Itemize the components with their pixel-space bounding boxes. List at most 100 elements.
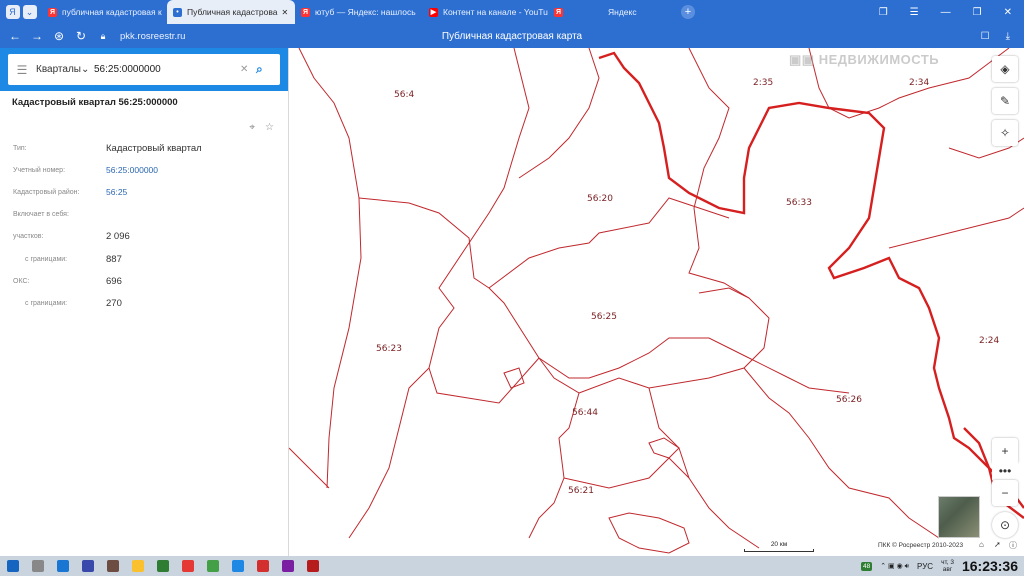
map-label: 56:4 [394, 90, 415, 100]
copyright: ПКК © Росреестр 2010-2023 [878, 542, 964, 549]
download-icon[interactable]: ⤓ [1006, 31, 1010, 42]
reload-icon[interactable]: ↻ [70, 29, 92, 43]
boundary-line [563, 457, 690, 489]
map-canvas[interactable]: ▣▣ НЕДВИЖИМОСТЬ 56:4 2:35 2:34 56:20 56:… [289, 48, 1024, 556]
tab-4[interactable]: ▶ Контент на канале - YouTu [423, 0, 548, 24]
boundary-line [888, 207, 1024, 249]
back-arrow-icon[interactable]: ← [4, 29, 26, 43]
tab-3[interactable]: Я ютуб — Яндекс: нашлось [295, 0, 423, 24]
yandex-icon[interactable] [256, 560, 269, 572]
scale-line [744, 549, 814, 552]
boundary-line [688, 48, 750, 299]
menu-icon[interactable]: ☰ [910, 7, 919, 18]
locate-icon[interactable]: ⌖ [249, 122, 255, 133]
yandex-browser-icon[interactable]: Я [5, 5, 20, 19]
zoom-out-button[interactable]: − [992, 480, 1018, 506]
star-icon[interactable]: ☆ [265, 122, 274, 133]
yandex-browser-icon[interactable] [306, 560, 319, 572]
viber-icon[interactable] [281, 560, 294, 572]
home-icon[interactable]: ⌂ [979, 540, 984, 549]
tab-2-active[interactable]: • Публичная кадастрова ✕ [167, 0, 295, 24]
field-oks: ОКС: 696 [13, 275, 122, 287]
app-icon[interactable] [81, 560, 94, 572]
boundary-line [289, 447, 330, 489]
tab-1[interactable]: Я публичная кадастровая к [42, 0, 167, 24]
card-title: Кадастровый квартал 56:25:000000 [12, 97, 178, 108]
search-input[interactable]: 56:25:0000000 [94, 64, 240, 75]
edge-icon[interactable] [56, 560, 69, 572]
boundary-line [608, 512, 690, 554]
watermark: ▣▣ НЕДВИЖИМОСТЬ [789, 52, 940, 67]
field-parcels-bounded: с границами: 887 [25, 253, 122, 265]
forward-arrow-icon[interactable]: → [26, 29, 48, 43]
zoom-more-button[interactable]: ••• [992, 460, 1018, 482]
minimize-icon[interactable]: — [941, 7, 951, 18]
compass-button[interactable]: ⊙ [992, 512, 1018, 538]
ruler-icon: ✎ [999, 94, 1011, 108]
plus-icon: + [1001, 444, 1009, 458]
window-controls: ❐ ☰ — ❐ ✕ [879, 7, 1024, 18]
boundary-line [348, 367, 430, 539]
crosshair-icon: ✧ [999, 126, 1011, 140]
search-area: ☰ Кварталы ⌄ 56:25:0000000 ✕ ⌕ [0, 48, 288, 91]
start-icon[interactable] [6, 560, 19, 572]
district-link[interactable]: 56:25 [106, 187, 127, 197]
tabs-menu-icon[interactable]: ⌄ [22, 5, 37, 19]
layers-button[interactable]: ◈ [992, 56, 1018, 82]
locate-button[interactable]: ✧ [992, 120, 1018, 146]
map-label: 2:35 [753, 78, 774, 88]
map-label: 56:44 [572, 408, 598, 418]
field-includes: Включает в себя: [13, 211, 69, 219]
clock: 16:23:36 [961, 558, 1018, 574]
app-icon[interactable] [106, 560, 119, 572]
basemap-thumbnail[interactable] [938, 496, 980, 538]
close-tab-icon[interactable]: ✕ [282, 8, 289, 17]
boundary-line [528, 357, 580, 539]
app-icon[interactable] [131, 560, 144, 572]
highlight-boundary [598, 51, 1024, 509]
date: чт, 3 авг [941, 559, 954, 573]
clear-icon[interactable]: ✕ [240, 64, 256, 75]
scale-bar: 20 км [744, 541, 814, 552]
number-link[interactable]: 56:25:000000 [106, 165, 158, 175]
field-number: Учетный номер: 56:25:000000 [13, 165, 158, 176]
search-icon[interactable] [31, 560, 44, 572]
chrome-icon[interactable] [206, 560, 219, 572]
hamburger-menu-icon[interactable]: ☰ [8, 63, 36, 77]
taskbar: 48 ⌃ ▣ ◉ 🔊︎ РУС чт, 3 авг 16:23:36 [0, 556, 1024, 576]
restore-icon[interactable]: ❐ [973, 7, 982, 18]
search-box: ☰ Кварталы ⌄ 56:25:0000000 ✕ ⌕ [8, 54, 280, 85]
word-icon[interactable] [231, 560, 244, 572]
arrow-icon[interactable]: ➚ [994, 540, 1001, 549]
language-indicator[interactable]: РУС [917, 562, 933, 571]
layer-select[interactable]: Кварталы ⌄ [36, 64, 94, 75]
new-tab-button[interactable]: + [681, 5, 695, 19]
map-label: 2:24 [979, 336, 1000, 346]
app-icon[interactable] [181, 560, 194, 572]
info-icon[interactable]: ⓘ [1009, 540, 1017, 551]
excel-icon[interactable] [156, 560, 169, 572]
field-oks-bounded: с границами: 270 [25, 297, 122, 309]
boundary-line [488, 287, 750, 379]
collections-icon[interactable]: ❐ [879, 7, 888, 18]
bookmark-icon[interactable]: ☐ [981, 31, 990, 42]
boundary-line [648, 387, 760, 549]
info-panel: ☰ Кварталы ⌄ 56:25:0000000 ✕ ⌕ ‹ Кадастр… [0, 48, 297, 556]
close-window-icon[interactable]: ✕ [1004, 7, 1012, 18]
cadastral-boundaries [289, 48, 1024, 554]
notification-badge[interactable]: 48 [860, 561, 873, 571]
boundary-line [648, 437, 680, 459]
browser-menu[interactable]: Я ⌄ [0, 0, 42, 24]
tray-icons[interactable]: ⌃ ▣ ◉ 🔊︎ [880, 562, 909, 571]
tab-5[interactable]: Я Яндекс [548, 0, 673, 24]
ruler-button[interactable]: ✎ [992, 88, 1018, 114]
search-icon[interactable]: ⌕ [256, 62, 280, 77]
boundary-line [743, 367, 940, 539]
map-label: 56:23 [376, 344, 402, 354]
map-label: 2:34 [909, 78, 930, 88]
boundary-line [478, 48, 530, 229]
boundary-line [748, 357, 850, 394]
protect-icon[interactable]: ⊛ [48, 29, 70, 43]
browser-tab-strip: Я ⌄ Я публичная кадастровая к • Публична… [0, 0, 1024, 24]
url-field[interactable]: pkk.rosreestr.ru [120, 31, 185, 42]
